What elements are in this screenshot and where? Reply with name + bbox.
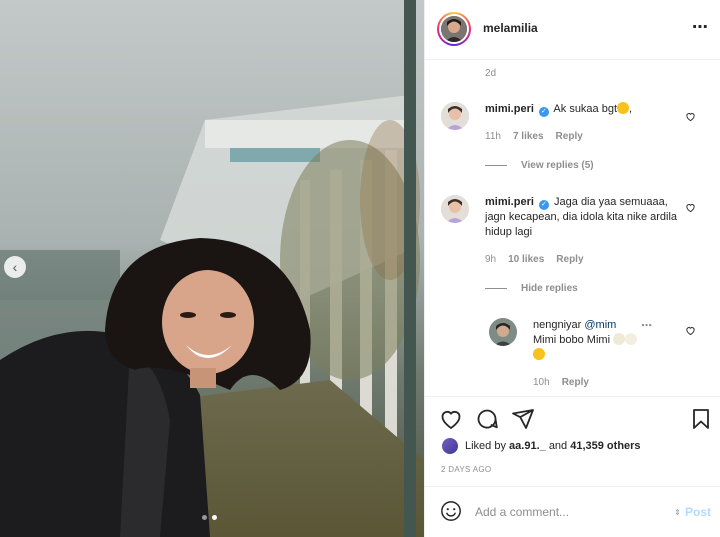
- reply-time: 10h: [533, 377, 550, 388]
- carousel-dot: [202, 515, 207, 520]
- reply-username[interactable]: nengniyar: [533, 319, 581, 331]
- reply-button[interactable]: Reply: [556, 254, 583, 265]
- verified-badge-icon: ✓: [538, 107, 549, 117]
- caption-time: 2d: [485, 68, 497, 79]
- like-comment-heart-icon[interactable]: [685, 202, 696, 213]
- input-stepper-icon: ⇕: [674, 507, 681, 517]
- post-comment-button[interactable]: ⇕ Post: [674, 505, 711, 519]
- post-header: melamilia ⋯: [425, 0, 720, 60]
- reply-button[interactable]: Reply: [562, 377, 589, 388]
- comments-list: 2d mimi.peri ✓ Ak sukaa bgt, 11h 7 likes…: [425, 61, 720, 395]
- comment-username[interactable]: mimi.peri: [485, 103, 534, 115]
- post-date: 2 DAYS AGO: [441, 465, 492, 474]
- verified-badge-icon: ✓: [538, 200, 549, 210]
- comment-message-suffix: ,: [629, 103, 633, 115]
- liked-by-user[interactable]: aa.91._: [509, 440, 546, 452]
- liker-avatar[interactable]: [441, 437, 459, 455]
- profile-avatar[interactable]: [437, 12, 471, 46]
- liked-by-prefix: Liked by: [465, 440, 506, 452]
- liked-by-summary: Liked by aa.91._ and 41,359 others: [441, 437, 641, 455]
- carousel-dot-active: [212, 515, 217, 520]
- carousel-dots: [202, 515, 217, 520]
- view-replies-button[interactable]: View replies (5): [485, 160, 594, 171]
- moon-emoji-icon: [613, 333, 626, 345]
- post-button-label: Post: [684, 505, 711, 519]
- like-comment-heart-icon[interactable]: [685, 111, 696, 122]
- comment-text: mimi.peri ✓ Jaga dia yaa semuaaa, jagn k…: [485, 195, 680, 240]
- comment-text: mimi.peri ✓ Ak sukaa bgt,: [485, 102, 685, 117]
- post-author-username[interactable]: melamilia: [483, 21, 538, 35]
- commenter-avatar[interactable]: [441, 195, 469, 223]
- moon-emoji-icon: [625, 333, 638, 345]
- like-reply-heart-icon[interactable]: [685, 325, 696, 336]
- share-send-icon[interactable]: [511, 407, 535, 431]
- like-heart-icon[interactable]: [439, 407, 463, 431]
- comment-meta: 9h 10 likes Reply: [485, 254, 584, 265]
- post-actions: Liked by aa.91._ and 41,359 others 2 DAY…: [425, 396, 720, 486]
- comment-bubble-icon[interactable]: [475, 407, 499, 431]
- reply-mention[interactable]: @mim: [584, 319, 616, 331]
- liked-by-count[interactable]: 41,359 others: [570, 440, 640, 452]
- comment-time: 11h: [485, 131, 501, 142]
- commenter-avatar[interactable]: [441, 102, 469, 130]
- comment-username[interactable]: mimi.peri: [485, 196, 534, 208]
- reply-button[interactable]: Reply: [556, 131, 583, 142]
- comment-time: 9h: [485, 254, 497, 265]
- sweat-smile-emoji-icon: [533, 348, 545, 360]
- comment-input[interactable]: [475, 502, 665, 522]
- comment-likes[interactable]: 10 likes: [508, 254, 544, 265]
- post-side-panel: melamilia ⋯ 2d mimi.peri ✓ Ak sukaa bgt,…: [424, 0, 720, 537]
- save-bookmark-icon[interactable]: [689, 407, 713, 431]
- reply-meta: 10h Reply: [533, 377, 589, 388]
- star-struck-emoji-icon: [617, 102, 630, 114]
- carousel-prev-button[interactable]: ‹: [4, 256, 26, 278]
- comment-meta: 11h 7 likes Reply: [485, 131, 583, 142]
- emoji-smile-icon[interactable]: [440, 500, 462, 522]
- more-options-icon[interactable]: ⋯: [692, 20, 709, 36]
- reply-more-icon[interactable]: ⋯: [641, 319, 652, 332]
- hide-replies-button[interactable]: Hide replies: [485, 283, 578, 294]
- comment-message: Ak sukaa bgt: [553, 103, 618, 115]
- hide-replies-label: Hide replies: [521, 283, 578, 294]
- reply-avatar[interactable]: [489, 318, 517, 346]
- photo-scene: [0, 0, 424, 537]
- reply-message: Mimi bobo Mimi: [533, 334, 611, 346]
- comment-likes[interactable]: 7 likes: [513, 131, 544, 142]
- post-photo[interactable]: ‹: [0, 0, 424, 537]
- view-replies-label: View replies (5): [521, 160, 594, 171]
- liked-by-middle: and: [548, 440, 568, 452]
- add-comment-bar: ⇕ Post: [425, 486, 720, 537]
